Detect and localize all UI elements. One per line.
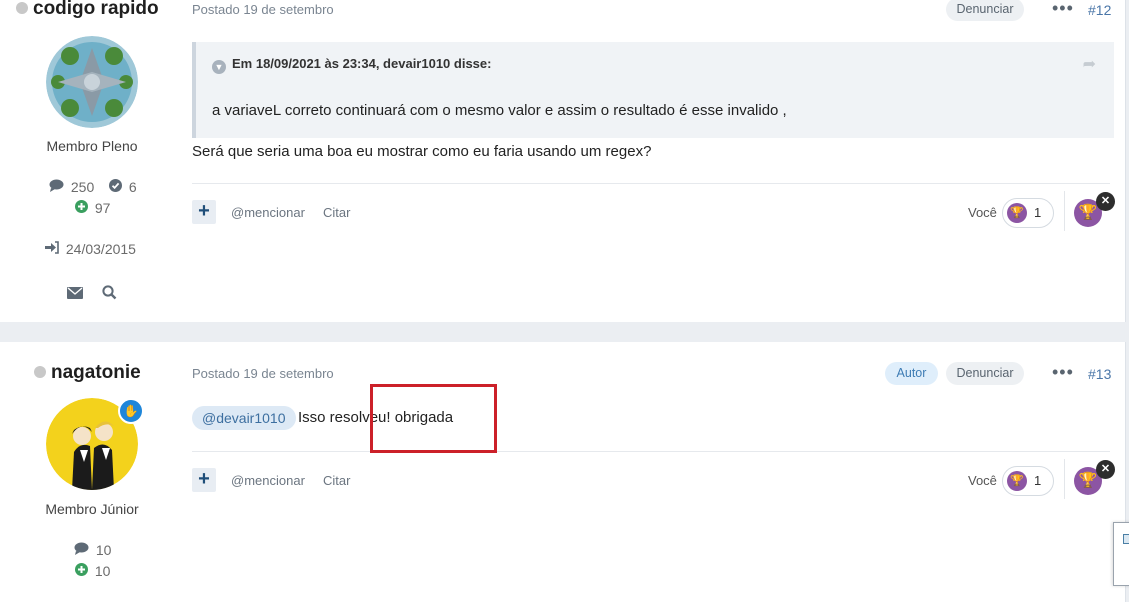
post-12: codigo rapido Membro Pleno 250 6 97 24/0… <box>0 0 1126 322</box>
divider <box>1064 459 1065 499</box>
plus-circle-icon <box>75 563 92 579</box>
envelope-icon[interactable] <box>67 286 83 304</box>
message-count[interactable]: 10 <box>74 542 111 558</box>
plus-circle-icon <box>75 200 92 216</box>
post-date[interactable]: Postado 19 de setembro <box>192 366 334 381</box>
quote-text: a variaveL correto continuará com o mesm… <box>212 102 787 119</box>
search-icon[interactable] <box>102 285 117 305</box>
trophy-icon: 🏆 <box>1007 471 1027 491</box>
report-button[interactable]: Denunciar <box>946 0 1024 21</box>
highlight-box <box>370 384 497 453</box>
trophy-icon: 🏆 <box>1007 203 1027 223</box>
divider <box>192 451 1110 452</box>
join-date: 24/03/2015 <box>45 241 136 257</box>
divider <box>1064 191 1065 231</box>
post-number[interactable]: #12 <box>1088 2 1111 18</box>
post-13: nagatonie ✋ Membro Júnior 10 10 Postado … <box>0 342 1126 602</box>
check-circle-icon <box>109 179 126 195</box>
quote-header[interactable]: ▼ Em 18/09/2021 às 23:34, devair1010 diss… <box>212 56 491 74</box>
ellipsis-icon[interactable]: ••• <box>1052 0 1074 19</box>
close-icon[interactable]: ✕ <box>1096 192 1115 211</box>
reputation-count[interactable]: 97 <box>75 200 110 216</box>
ellipsis-icon[interactable]: ••• <box>1052 362 1074 383</box>
share-icon[interactable]: ➦ <box>1083 54 1096 74</box>
author-name[interactable]: codigo rapido <box>16 0 159 20</box>
hand-icon: ✋ <box>118 398 144 424</box>
quote-button[interactable]: Citar <box>323 205 350 220</box>
mention-button[interactable]: @mencionar <box>231 473 305 488</box>
post-body: Será que seria uma boa eu mostrar como e… <box>192 143 652 160</box>
avatar[interactable] <box>46 36 138 128</box>
mention-button[interactable]: @mencionar <box>231 205 305 220</box>
chevron-down-icon[interactable]: ▼ <box>212 60 226 74</box>
quote-button[interactable]: Citar <box>323 473 350 488</box>
reaction-you-label[interactable]: Você <box>968 473 997 488</box>
sign-in-icon <box>45 241 63 257</box>
reaction-count: 1 <box>1034 473 1042 488</box>
post-date[interactable]: Postado 19 de setembro <box>192 2 334 17</box>
member-rank: Membro Júnior <box>45 501 139 517</box>
multiquote-button[interactable]: + <box>192 200 216 224</box>
window-corner <box>1113 522 1129 586</box>
author-badge: Autor <box>885 362 938 385</box>
offline-dot-icon <box>16 2 28 14</box>
comment-icon <box>74 542 93 558</box>
reaction-count: 1 <box>1034 205 1042 220</box>
reaction-summary[interactable]: 🏆 1 <box>1002 466 1054 496</box>
offline-dot-icon <box>34 366 46 378</box>
reputation-count[interactable]: 10 <box>75 563 110 579</box>
multiquote-button[interactable]: + <box>192 468 216 492</box>
report-button[interactable]: Denunciar <box>946 362 1024 385</box>
author-name[interactable]: nagatonie <box>34 362 141 384</box>
member-rank: Membro Pleno <box>46 138 138 154</box>
message-count[interactable]: 250 <box>49 179 94 195</box>
comment-icon <box>49 179 68 195</box>
mention-tag[interactable]: @devair1010 <box>192 406 296 430</box>
close-icon[interactable]: ✕ <box>1096 460 1115 479</box>
window-icon <box>1123 534 1129 544</box>
solution-count[interactable]: 6 <box>109 179 137 195</box>
reaction-you-label[interactable]: Você <box>968 205 997 220</box>
quote-block: ▼ Em 18/09/2021 às 23:34, devair1010 diss… <box>192 42 1114 138</box>
card-border <box>1125 0 1126 322</box>
post-number[interactable]: #13 <box>1088 366 1111 382</box>
divider <box>192 183 1110 184</box>
reaction-summary[interactable]: 🏆 1 <box>1002 198 1054 228</box>
